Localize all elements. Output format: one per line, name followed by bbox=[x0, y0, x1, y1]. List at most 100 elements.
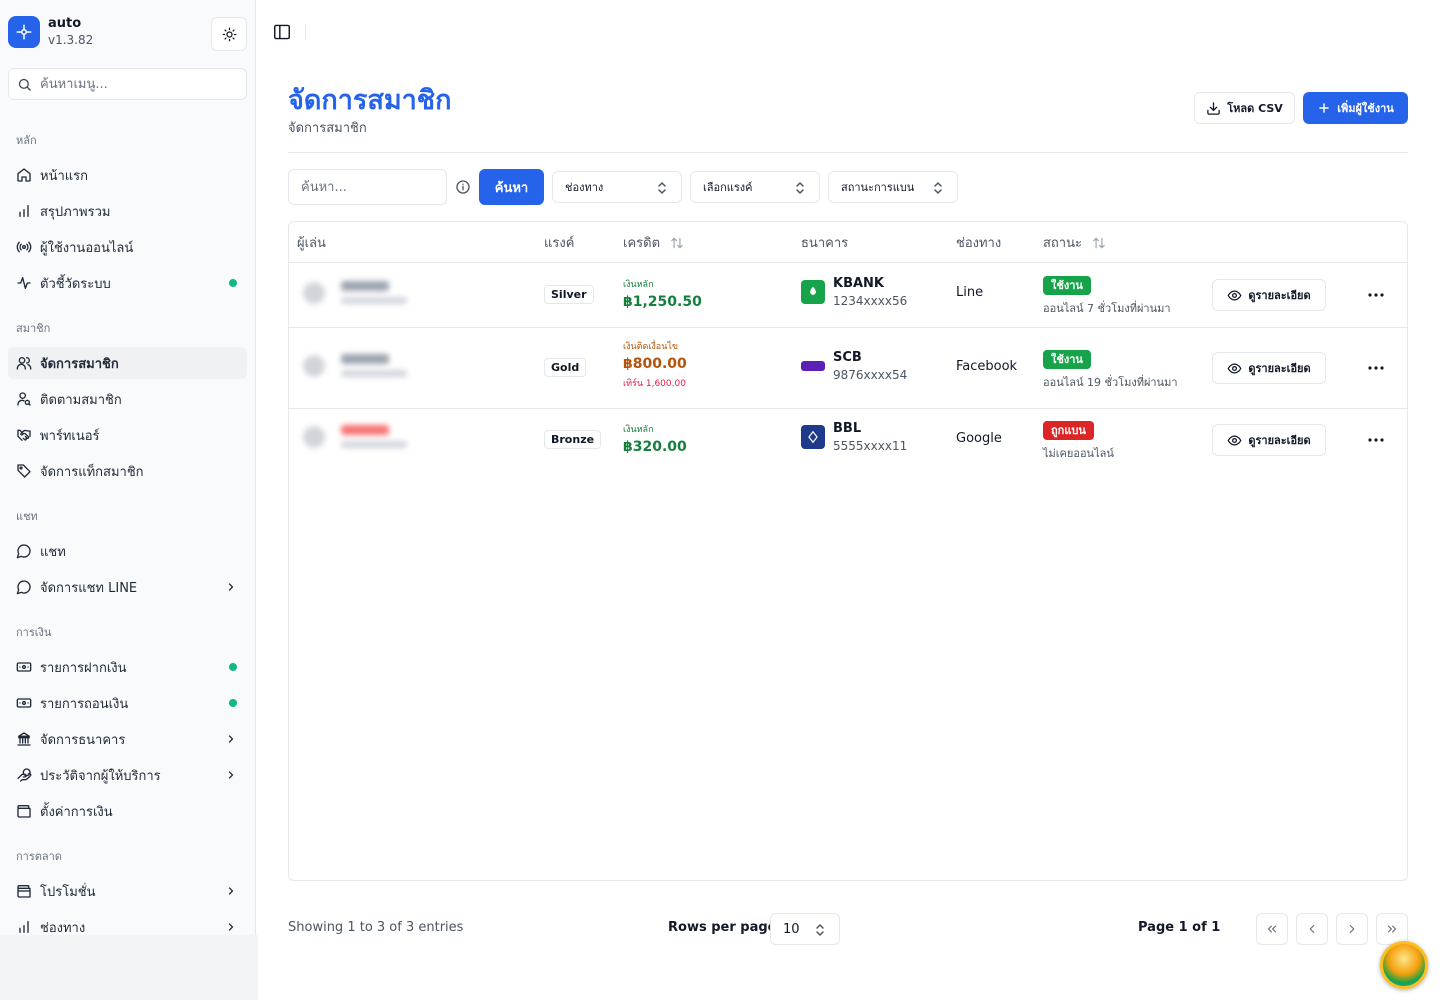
channel-select[interactable]: ช่องทาง bbox=[552, 171, 682, 203]
bank-account: 5555xxxx11 bbox=[833, 439, 908, 453]
sort-icon[interactable] bbox=[1092, 236, 1106, 250]
sidebar-item-home[interactable]: หน้าแรก bbox=[8, 159, 247, 191]
entries-summary: Showing 1 to 3 of 3 entries bbox=[288, 920, 464, 935]
add-user-button[interactable]: เพิ่มผู้ใช้งาน bbox=[1303, 92, 1408, 124]
column-header-rank: แรงค์ bbox=[544, 236, 575, 251]
table-row: Bronze เงินหลัก ฿320.00 BBL 5555xxxx11 Go… bbox=[289, 409, 1407, 473]
sidebar-item-chat[interactable]: แชท bbox=[8, 535, 247, 567]
last-online-text: ไม่เคยออนไลน์ bbox=[1043, 447, 1114, 460]
view-details-button[interactable]: ดูรายละเอียด bbox=[1212, 279, 1326, 311]
sort-icon[interactable] bbox=[670, 236, 684, 250]
sidebar-item-overview[interactable]: สรุปภาพรวม bbox=[8, 195, 247, 227]
bar-chart-icon bbox=[16, 203, 32, 219]
sun-icon bbox=[222, 27, 236, 41]
search-button[interactable]: ค้นหา bbox=[479, 169, 544, 205]
info-icon[interactable] bbox=[455, 179, 471, 195]
sidebar-item-member-tags[interactable]: จัดการแท็กสมาชิก bbox=[8, 455, 247, 487]
scb-logo-icon bbox=[801, 361, 825, 371]
view-details-button[interactable]: ดูรายละเอียด bbox=[1212, 352, 1326, 384]
status-indicator-dot bbox=[229, 279, 237, 287]
kbank-logo-icon bbox=[801, 280, 825, 304]
sidebar-item-label: แชท bbox=[40, 544, 66, 560]
sidebar-search-input[interactable] bbox=[40, 76, 230, 92]
next-page-button[interactable] bbox=[1336, 913, 1368, 945]
row-actions-menu-icon[interactable] bbox=[1364, 285, 1388, 305]
download-icon bbox=[1206, 101, 1221, 116]
search-icon bbox=[18, 78, 31, 91]
plus-icon bbox=[1317, 101, 1331, 115]
last-online-text: ออนไลน์ 7 ชั่วโมงที่ผ่านมา bbox=[1043, 302, 1171, 315]
view-details-button[interactable]: ดูรายละเอียด bbox=[1212, 424, 1326, 456]
chevron-right-icon bbox=[225, 581, 237, 593]
column-header-credit[interactable]: เครดิต bbox=[623, 232, 684, 253]
sidebar-item-finance-settings[interactable]: ตั้งค่าการเงิน bbox=[8, 795, 247, 827]
previous-page-button[interactable] bbox=[1296, 913, 1328, 945]
channel-cell: Facebook bbox=[956, 359, 1018, 374]
column-header-channel: ช่องทาง bbox=[956, 236, 1002, 251]
view-details-label: ดูรายละเอียด bbox=[1248, 289, 1311, 302]
sidebar-item-bank-management[interactable]: จัดการธนาคาร bbox=[8, 723, 247, 755]
section-label-finance: การเงิน bbox=[16, 626, 52, 639]
radio-icon bbox=[16, 239, 32, 255]
chevrons-left-icon bbox=[1267, 925, 1277, 933]
view-details-label: ดูรายละเอียด bbox=[1248, 362, 1311, 375]
bank-name: SCB bbox=[833, 350, 862, 365]
sidebar-item-online-users[interactable]: ผู้ใช้งานออนไลน์ bbox=[8, 231, 247, 263]
sidebar: auto v1.3.82 หลัก หน้าแรก สรุปภาพรวม ผู้… bbox=[0, 0, 256, 936]
floating-brand-logo-icon[interactable] bbox=[1380, 941, 1428, 989]
rank-select[interactable]: เลือกแรงค์ bbox=[690, 171, 820, 203]
player-cell[interactable] bbox=[303, 281, 407, 304]
sidebar-search[interactable] bbox=[8, 68, 247, 100]
chevrons-up-down-icon bbox=[795, 181, 805, 195]
sidebar-item-manage-members[interactable]: จัดการสมาชิก bbox=[8, 347, 247, 379]
sidebar-item-label: ตัวชี้วัดระบบ bbox=[40, 276, 111, 292]
status-badge: ใช้งาน bbox=[1043, 350, 1091, 369]
player-cell[interactable] bbox=[303, 425, 407, 448]
brand[interactable]: auto v1.3.82 bbox=[8, 16, 93, 48]
sidebar-item-label: รายการฝากเงิน bbox=[40, 660, 127, 676]
header-divider bbox=[288, 152, 1408, 153]
chevrons-up-down-icon bbox=[933, 181, 943, 195]
hand-coins-icon bbox=[16, 767, 32, 783]
sidebar-item-line-chat[interactable]: จัดการแชท LINE bbox=[8, 571, 247, 603]
sidebar-item-system-metrics[interactable]: ตัวชี้วัดระบบ bbox=[8, 267, 247, 299]
users-icon bbox=[16, 355, 32, 371]
status-indicator-dot bbox=[229, 699, 237, 707]
section-label-members: สมาชิก bbox=[16, 322, 51, 335]
player-cell[interactable] bbox=[303, 354, 407, 377]
theme-toggle-button[interactable] bbox=[211, 17, 247, 51]
rank-badge: Gold bbox=[544, 358, 587, 377]
chevron-right-icon bbox=[225, 885, 237, 897]
sidebar-item-withdrawals[interactable]: รายการถอนเงิน bbox=[8, 687, 247, 719]
sidebar-item-promotions[interactable]: โปรโมชั่น bbox=[8, 875, 247, 907]
rank-badge: Bronze bbox=[544, 430, 602, 449]
sidebar-item-provider-history[interactable]: ประวัติจากผู้ให้บริการ bbox=[8, 759, 247, 791]
credit-cell: เงินหลัก ฿1,250.50 bbox=[623, 277, 702, 310]
credit-type: เงินติดเงื่อนไข bbox=[623, 342, 679, 352]
bar-chart-icon bbox=[16, 919, 32, 935]
member-search-input[interactable] bbox=[288, 169, 447, 205]
chat-icon bbox=[16, 579, 32, 595]
status-indicator-dot bbox=[229, 663, 237, 671]
rows-per-page-select[interactable]: 10 bbox=[770, 913, 840, 945]
tag-icon bbox=[16, 463, 32, 479]
page-title: จัดการสมาชิก bbox=[288, 85, 452, 116]
status-cell: ใช้งาน ออนไลน์ 19 ชั่วโมงที่ผ่านมา bbox=[1043, 348, 1178, 391]
sidebar-item-partners[interactable]: พาร์ทเนอร์ bbox=[8, 419, 247, 451]
column-header-status[interactable]: สถานะ bbox=[1043, 232, 1106, 253]
channel-cell: Google bbox=[956, 431, 1002, 446]
bbl-logo-icon bbox=[801, 425, 825, 449]
ban-status-select[interactable]: สถานะการแบน bbox=[828, 171, 958, 203]
eye-icon bbox=[1227, 361, 1242, 376]
row-actions-menu-icon[interactable] bbox=[1364, 358, 1388, 378]
sidebar-item-track-members[interactable]: ติดตามสมาชิก bbox=[8, 383, 247, 415]
section-label-main: หลัก bbox=[16, 134, 37, 147]
chat-icon bbox=[16, 543, 32, 559]
download-csv-button[interactable]: โหลด CSV bbox=[1194, 92, 1295, 124]
first-page-button[interactable] bbox=[1256, 913, 1288, 945]
page-info: Page 1 of 1 bbox=[1138, 920, 1221, 935]
row-actions-menu-icon[interactable] bbox=[1364, 430, 1388, 450]
sidebar-toggle-button[interactable] bbox=[271, 22, 293, 42]
avatar bbox=[303, 281, 325, 304]
sidebar-item-deposits[interactable]: รายการฝากเงิน bbox=[8, 651, 247, 683]
